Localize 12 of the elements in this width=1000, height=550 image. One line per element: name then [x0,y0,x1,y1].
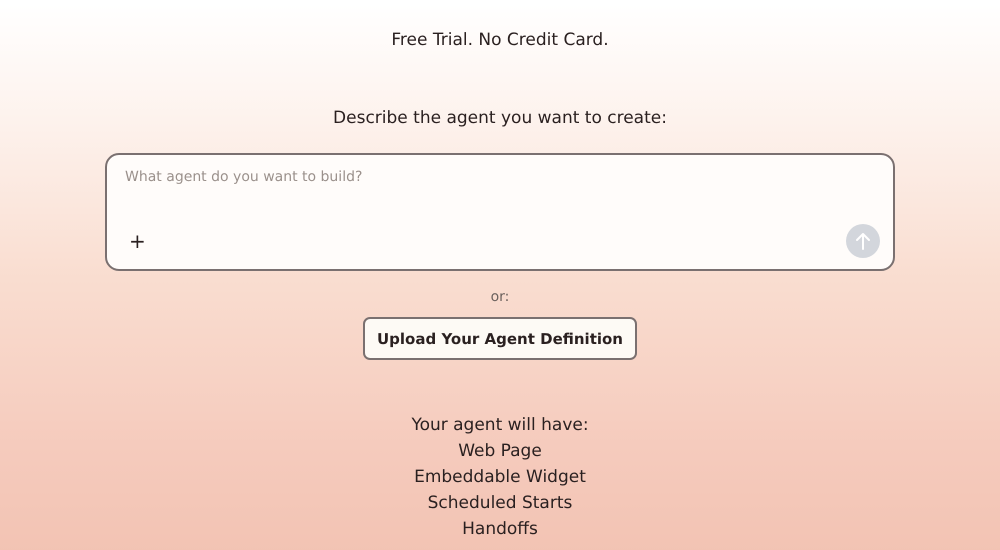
feature-item: Web Page [458,440,542,463]
prompt-label: Describe the agent you want to create: [333,108,667,128]
send-icon[interactable] [845,223,881,259]
upload-button[interactable]: Upload Your Agent Definition [363,317,637,360]
prompt-field[interactable]: What agent do you want to build? + [105,153,895,271]
tagline: Free Trial. No Credit Card. [391,30,609,50]
add-icon[interactable]: + [129,231,146,251]
separator-text: or: [490,289,510,305]
feature-item: Embeddable Widget [414,466,586,489]
feature-item: Handoffs [462,518,538,541]
features-heading: Your agent will have: [411,414,589,437]
feature-item: Scheduled Starts [428,492,572,515]
